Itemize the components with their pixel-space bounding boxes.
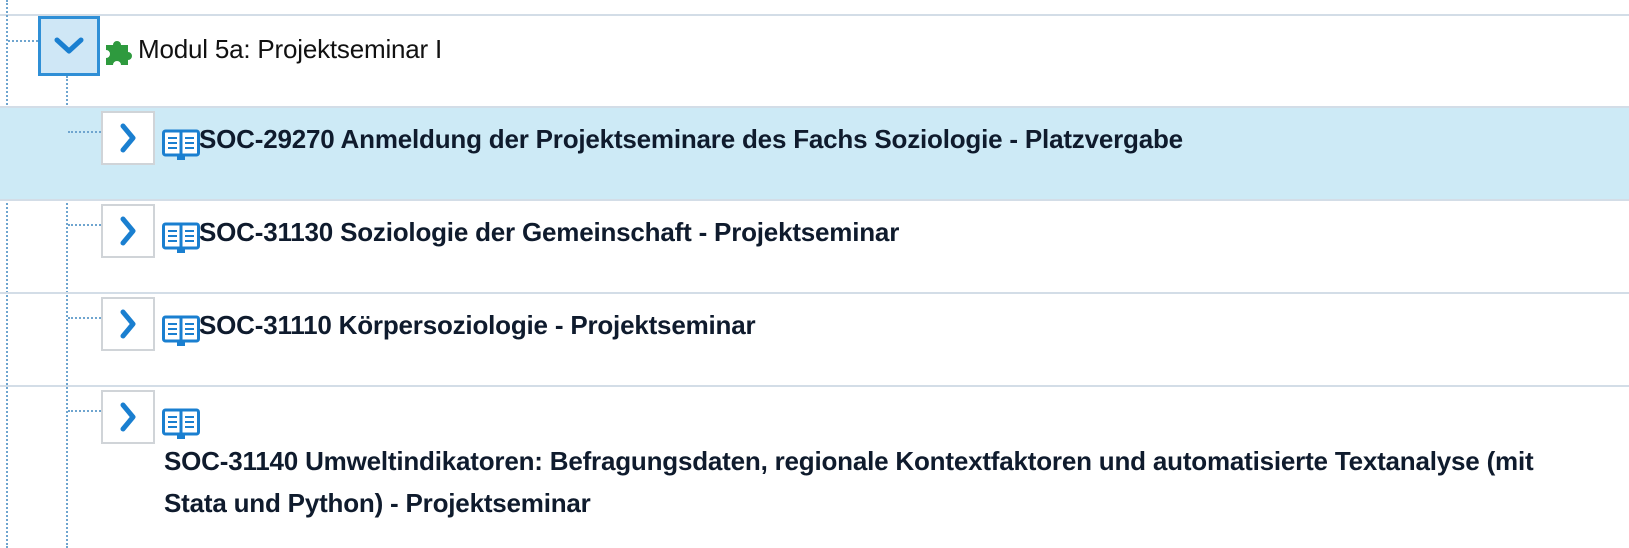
tree-guide-line: [68, 224, 101, 226]
course-title-link[interactable]: SOC-31130 Soziologie der Gemeinschaft - …: [199, 217, 899, 248]
chevron-right-icon: [120, 216, 136, 246]
course-title-link[interactable]: SOC-31140 Umweltindikatoren: Befragungsd…: [164, 440, 1554, 524]
chevron-right-icon: [120, 402, 136, 432]
course-title-link[interactable]: SOC-29270 Anmeldung der Projektseminare …: [199, 124, 1183, 155]
tree-guide-line: [8, 40, 38, 42]
open-book-icon: [162, 315, 200, 346]
expand-toggle-button[interactable]: [101, 111, 155, 165]
open-book-icon: [162, 408, 200, 439]
module-row[interactable]: Modul 5a: Projektseminar I: [0, 16, 1629, 106]
tree-guide-line: [68, 317, 101, 319]
collapse-toggle-button[interactable]: [38, 16, 100, 76]
course-row[interactable]: SOC-31130 Soziologie der Gemeinschaft - …: [0, 201, 1629, 292]
tree-guide-line: [68, 410, 101, 412]
open-book-icon: [162, 222, 200, 253]
chevron-right-icon: [120, 309, 136, 339]
expand-toggle-button[interactable]: [101, 297, 155, 351]
course-row[interactable]: SOC-31110 Körpersoziologie - Projektsemi…: [0, 294, 1629, 385]
expand-toggle-button[interactable]: [101, 390, 155, 444]
module-title: Modul 5a: Projektseminar I: [138, 34, 443, 64]
chevron-right-icon: [120, 123, 136, 153]
course-row[interactable]: SOC-29270 Anmeldung der Projektseminare …: [0, 108, 1629, 199]
puzzle-icon: [106, 41, 132, 65]
course-tree: Modul 5a: Projektseminar I SOC-29270 Anm…: [0, 0, 1629, 548]
tree-guide-line: [68, 131, 101, 133]
course-row[interactable]: SOC-31140 Umweltindikatoren: Befragungsd…: [0, 387, 1629, 548]
open-book-icon: [162, 129, 200, 160]
expand-toggle-button[interactable]: [101, 204, 155, 258]
chevron-down-icon: [54, 37, 84, 54]
course-title-link[interactable]: SOC-31110 Körpersoziologie - Projektsemi…: [199, 310, 756, 341]
